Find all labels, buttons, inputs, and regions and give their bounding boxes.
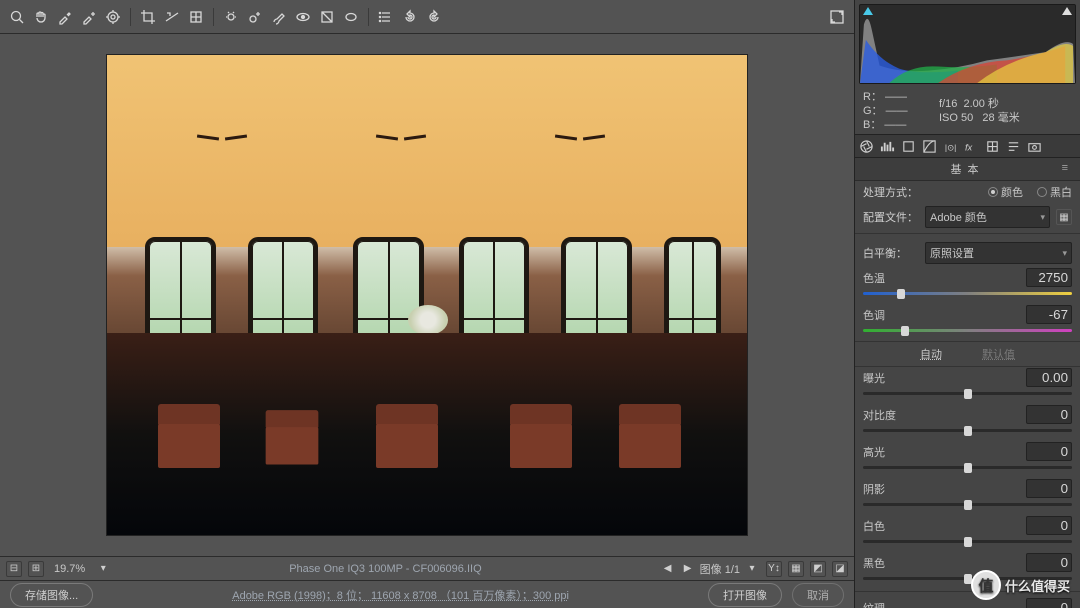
- grid-toggle-icon[interactable]: ▦: [788, 561, 804, 577]
- profile-select[interactable]: Adobe 颜色▾: [925, 206, 1050, 228]
- straighten-icon[interactable]: [161, 6, 183, 28]
- panel-tabstrip: |⊙| fx: [855, 134, 1080, 158]
- exif-iso: ISO 50 28 毫米: [939, 111, 1072, 125]
- highlights-track[interactable]: [863, 462, 1072, 472]
- tonecurve-icon[interactable]: [922, 139, 937, 154]
- spot-add-icon[interactable]: [244, 6, 266, 28]
- treatment-bw-radio[interactable]: 黑白: [1037, 184, 1072, 200]
- image-counter: 图像 1/1: [700, 561, 740, 577]
- cancel-button[interactable]: 取消: [792, 583, 844, 607]
- treatment-row: 处理方式： 颜色 黑白: [855, 181, 1080, 203]
- highlights-slider: 高光: [855, 441, 1080, 478]
- image-canvas-area[interactable]: [0, 34, 854, 556]
- preview-image: [107, 55, 747, 535]
- save-image-button[interactable]: 存储图像...: [10, 583, 93, 607]
- b-label: B：: [863, 119, 881, 131]
- auto-row: 自动 默认值: [855, 341, 1080, 367]
- profile-row: 配置文件： Adobe 颜色▾ ▦: [855, 203, 1080, 231]
- profile-grid-icon[interactable]: ▦: [1056, 209, 1072, 225]
- spot-heal-icon[interactable]: [220, 6, 242, 28]
- snapshot-icon[interactable]: [1027, 139, 1042, 154]
- calibrate-icon[interactable]: [985, 139, 1000, 154]
- zoom-dropdown-icon[interactable]: ▾: [95, 561, 111, 577]
- tint-track[interactable]: [863, 325, 1072, 335]
- treatment-color-radio[interactable]: 颜色: [988, 184, 1023, 200]
- shadows-input[interactable]: [1026, 479, 1072, 498]
- radial-icon[interactable]: [340, 6, 362, 28]
- whites-input[interactable]: [1026, 516, 1072, 535]
- r-label: R：: [863, 91, 882, 103]
- rotate-cw-icon[interactable]: [423, 6, 445, 28]
- compare-y-icon[interactable]: Y↕: [766, 561, 782, 577]
- tint-input[interactable]: [1026, 305, 1072, 324]
- right-panel: R： —— G： —— B： —— f/16 2.00 秒 ISO 50 28 …: [854, 0, 1080, 608]
- aperture-icon[interactable]: [859, 139, 874, 154]
- fit-plus-icon[interactable]: ⊞: [28, 561, 44, 577]
- image-metadata-link[interactable]: Adobe RGB (1998)；8 位； 11608 x 8708 （101 …: [103, 587, 698, 603]
- exposure-track[interactable]: [863, 388, 1072, 398]
- wb-select[interactable]: 原照设置▾: [925, 242, 1072, 264]
- watermark-badge-icon: 值: [971, 570, 1001, 600]
- exif-aperture: f/16 2.00 秒: [939, 97, 1072, 111]
- redeye-icon[interactable]: [292, 6, 314, 28]
- hand-icon[interactable]: [30, 6, 52, 28]
- target-adjust-icon[interactable]: [102, 6, 124, 28]
- auto-button[interactable]: 自动: [920, 346, 942, 362]
- list-icon[interactable]: [375, 6, 397, 28]
- section-menu-icon[interactable]: ≡: [1062, 162, 1074, 174]
- image-footer: ⊟ ⊞ 19.7% ▾ Phase One IQ3 100MP - CF0060…: [0, 556, 854, 580]
- highlights-input[interactable]: [1026, 442, 1072, 461]
- exposure-input[interactable]: [1026, 368, 1072, 387]
- histogram[interactable]: [859, 4, 1076, 84]
- tint-slider: 色调: [855, 304, 1080, 341]
- histogram-icon[interactable]: [880, 139, 895, 154]
- eyedropper-plus-icon[interactable]: [78, 6, 100, 28]
- temp-track[interactable]: [863, 288, 1072, 298]
- svg-text:|⊙|: |⊙|: [945, 142, 956, 152]
- contrast-input[interactable]: [1026, 405, 1072, 424]
- open-image-button[interactable]: 打开图像: [708, 583, 782, 607]
- prev-image-icon[interactable]: ◀: [660, 561, 676, 577]
- whites-slider: 白色: [855, 515, 1080, 552]
- contrast-slider: 对比度: [855, 404, 1080, 441]
- temp-input[interactable]: [1026, 268, 1072, 287]
- next-image-icon[interactable]: ▶: [680, 561, 696, 577]
- top-toolbar: [0, 0, 854, 34]
- transform-icon[interactable]: [185, 6, 207, 28]
- lens-icon[interactable]: |⊙|: [943, 139, 958, 154]
- shadow-warning-icon[interactable]: ◪: [832, 561, 848, 577]
- contrast-track[interactable]: [863, 425, 1072, 435]
- rotate-ccw-icon[interactable]: [399, 6, 421, 28]
- counter-dropdown-icon[interactable]: ▾: [744, 561, 760, 577]
- shadows-track[interactable]: [863, 499, 1072, 509]
- fx-icon[interactable]: fx: [964, 139, 979, 154]
- highlight-warning-icon[interactable]: ◩: [810, 561, 826, 577]
- exposure-slider: 曝光: [855, 367, 1080, 404]
- rgb-readout: R： —— G： —— B： —— f/16 2.00 秒 ISO 50 28 …: [855, 88, 1080, 134]
- eyedropper-white-icon[interactable]: [54, 6, 76, 28]
- default-button[interactable]: 默认值: [982, 346, 1015, 362]
- filename-label: Phase One IQ3 100MP - CF006096.IIQ: [117, 563, 653, 575]
- brush-icon[interactable]: [268, 6, 290, 28]
- zoom-icon[interactable]: [6, 6, 28, 28]
- watermark: 值 什么值得买: [971, 570, 1070, 600]
- g-label: G：: [863, 105, 883, 117]
- temp-slider: 色温: [855, 267, 1080, 304]
- shadows-slider: 阴影: [855, 478, 1080, 515]
- crop-icon[interactable]: [137, 6, 159, 28]
- tint-label: 色调: [863, 307, 885, 323]
- whites-track[interactable]: [863, 536, 1072, 546]
- bottom-bar: 存储图像... Adobe RGB (1998)；8 位； 11608 x 87…: [0, 580, 854, 608]
- expand-icon[interactable]: [826, 6, 848, 28]
- temp-label: 色温: [863, 270, 885, 286]
- preset-icon[interactable]: [1006, 139, 1021, 154]
- crop-tab-icon[interactable]: [901, 139, 916, 154]
- fit-minus-icon[interactable]: ⊟: [6, 561, 22, 577]
- zoom-level[interactable]: 19.7%: [50, 563, 89, 575]
- svg-text:fx: fx: [965, 142, 973, 152]
- wb-row: 白平衡： 原照设置▾: [855, 239, 1080, 267]
- section-basic-title: 基本 ≡: [855, 158, 1080, 181]
- gradient-icon[interactable]: [316, 6, 338, 28]
